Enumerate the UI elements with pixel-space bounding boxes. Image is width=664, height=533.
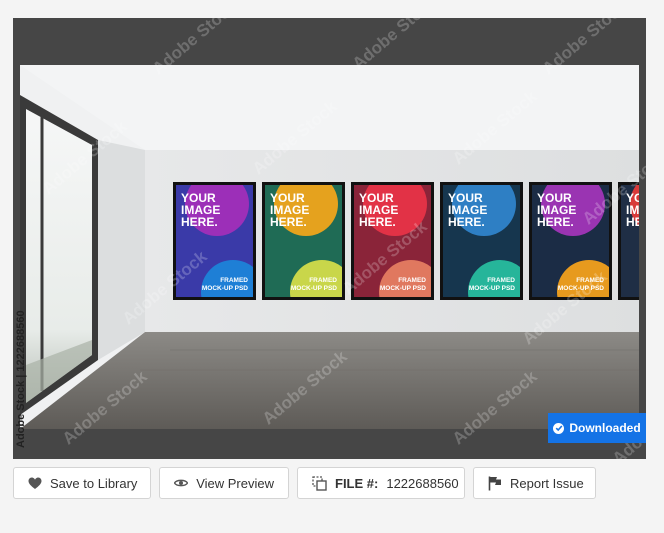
poster-headline-line: HERE. — [270, 215, 307, 229]
check-circle-icon — [553, 422, 565, 434]
eye-icon — [174, 475, 189, 491]
report-issue-label: Report Issue — [510, 475, 584, 491]
poster-footer-line: FRAMED — [487, 277, 515, 284]
stock-id-text: Adobe Stock | 1222688560 — [15, 310, 27, 448]
file-number-value: 1222688560 — [386, 475, 459, 491]
flag-icon — [488, 475, 502, 491]
heart-icon — [28, 475, 42, 491]
poster-footer-line: FRAMED — [576, 277, 604, 284]
stock-photo[interactable]: YOUR IMAGE HERE. FRAMED MOCK-UP PSD YOUR IMAGE… — [20, 65, 639, 429]
report-issue-button[interactable]: Report Issue — [473, 467, 596, 499]
poster-footer-line: FRAMED — [309, 277, 337, 284]
poster-headline-line: HERE. — [626, 215, 639, 229]
downloaded-badge[interactable]: Downloaded — [548, 413, 646, 443]
poster-footer-line: MOCK-UP PSD — [291, 285, 337, 292]
poster-footer-line: MOCK-UP PSD — [380, 285, 426, 292]
save-to-library-label: Save to Library — [50, 475, 138, 491]
preview-frame: YOUR IMAGE HERE. FRAMED MOCK-UP PSD YOUR IMAGE… — [13, 18, 646, 459]
poster-headline-line: HERE. — [359, 215, 396, 229]
poster-footer-line: MOCK-UP PSD — [558, 285, 604, 292]
poster-headline-line: HERE. — [448, 215, 485, 229]
copy-icon — [312, 475, 327, 491]
poster-headline-line: HERE. — [537, 215, 574, 229]
poster-footer-line: FRAMED — [220, 277, 248, 284]
poster-footer-line: MOCK-UP PSD — [202, 285, 248, 292]
poster-headline-line: HERE. — [181, 215, 218, 229]
file-number-field[interactable]: FILE #: 1222688560 — [297, 467, 465, 499]
view-preview-label: View Preview — [196, 475, 274, 491]
poster-footer-line: MOCK-UP PSD — [469, 285, 515, 292]
photo-scene: YOURIMAGEHERE.FRAMEDMOCK-UP PSDYOURIMAGE… — [20, 65, 639, 429]
poster-footer-line: FRAMED — [398, 277, 426, 284]
downloaded-label: Downloaded — [569, 421, 641, 435]
view-preview-button[interactable]: View Preview — [159, 467, 289, 499]
file-number-label: FILE #: — [335, 475, 379, 491]
save-to-library-button[interactable]: Save to Library — [13, 467, 151, 499]
